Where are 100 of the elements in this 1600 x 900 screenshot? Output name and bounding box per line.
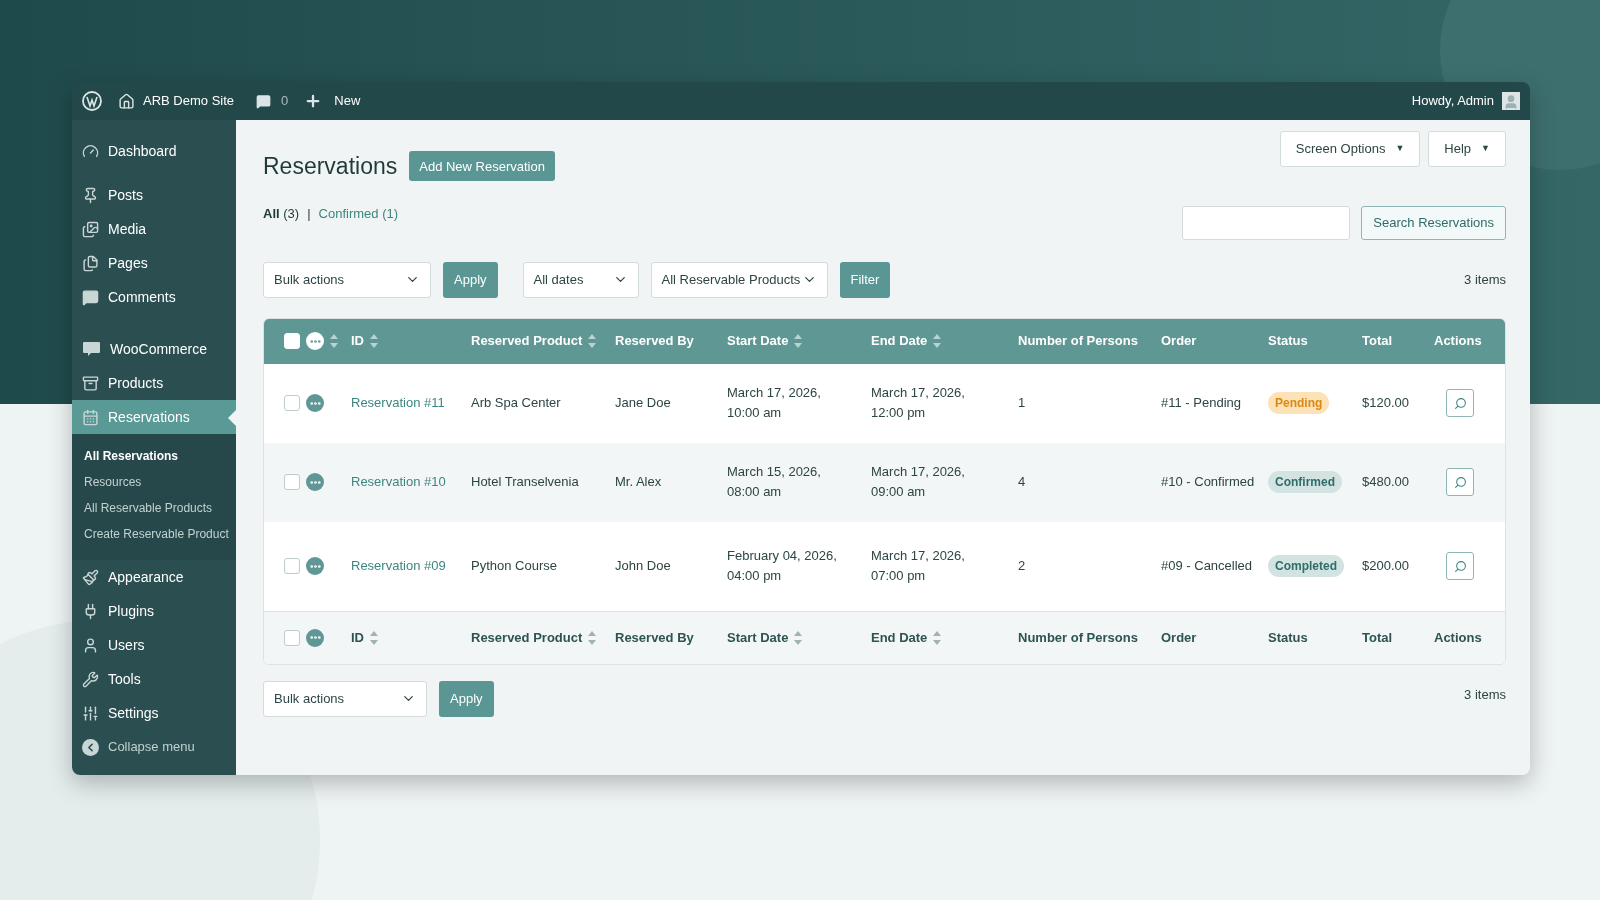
gauge-icon: [82, 142, 99, 160]
column-header[interactable]: Start Date: [727, 627, 789, 648]
table-cell-text: March 17, 2026, 07:00 pm: [871, 547, 966, 585]
table-cell-text: March 17, 2026, 09:00 am: [871, 463, 966, 501]
column-header[interactable]: ID: [351, 627, 364, 648]
caret-icon: ▼: [1395, 142, 1405, 156]
speech-bubble-icon: [82, 288, 99, 306]
search-icon: [1453, 396, 1467, 410]
search-field[interactable]: [1182, 205, 1351, 240]
sort-icon: [370, 334, 378, 348]
submenu-item[interactable]: Create Reservable Product: [72, 521, 236, 547]
collapse-menu-link[interactable]: Collapse menu: [108, 737, 195, 757]
select-all-checkbox[interactable]: [284, 629, 300, 646]
sidebar-item[interactable]: Plugins: [72, 594, 236, 628]
order-link[interactable]: #11 - Pending: [1161, 393, 1268, 413]
comment-icon: [256, 93, 272, 109]
table-cell-text: $200.00: [1362, 557, 1410, 576]
reservation-link[interactable]: Reservation #11: [351, 393, 471, 413]
view-link[interactable]: Confirmed (1): [318, 203, 398, 223]
sort-icon: [370, 630, 378, 645]
row-checkbox[interactable]: [284, 558, 300, 574]
sidebar-item[interactable]: Products: [72, 366, 236, 400]
home-icon: [118, 92, 135, 110]
order-link[interactable]: #10 - Confirmed: [1161, 472, 1268, 492]
more-icon[interactable]: [306, 394, 324, 412]
avatar-icon[interactable]: [1502, 92, 1520, 110]
more-icon[interactable]: [306, 473, 324, 491]
item-count: 3 items: [1464, 685, 1506, 704]
column-header: Reserved By: [615, 628, 694, 647]
column-header: Status: [1268, 332, 1308, 351]
sidebar-item[interactable]: Media: [72, 212, 236, 246]
submenu-item[interactable]: Resources: [72, 469, 236, 495]
wordpress-logo-icon[interactable]: [82, 91, 102, 111]
screen-options-button[interactable]: Screen Options ▼: [1279, 131, 1421, 167]
table-cell-text: Arb Spa Center: [471, 394, 562, 413]
table-cell-text: $480.00: [1362, 473, 1410, 492]
search-button[interactable]: Search Reservations: [1361, 205, 1506, 240]
new-link[interactable]: New: [334, 91, 361, 111]
sidebar-item[interactable]: Pages: [72, 246, 236, 280]
sliders-icon: [82, 704, 99, 722]
caret-icon: ▼: [1481, 142, 1490, 156]
calendar-icon: [82, 408, 99, 426]
sidebar-item[interactable]: Tools: [72, 662, 236, 696]
archive-box-icon: [82, 374, 99, 392]
column-header: Actions: [1434, 628, 1482, 647]
item-count: 3 items: [1464, 270, 1506, 289]
column-header: Reserved By: [615, 332, 694, 351]
media-icon: [82, 220, 99, 238]
dropdown[interactable]: All dates: [522, 261, 639, 298]
table-cell-text: $120.00: [1362, 394, 1410, 413]
table-cell-text: Python Course: [471, 557, 558, 576]
site-link[interactable]: ARB Demo Site: [143, 91, 235, 111]
reservation-link[interactable]: Reservation #10: [351, 472, 471, 492]
page-title: Reservations: [263, 152, 398, 181]
sort-icon: [933, 334, 942, 348]
dropdown[interactable]: Bulk actions: [263, 680, 427, 717]
sort-icon: [330, 334, 338, 348]
column-header[interactable]: End Date: [871, 627, 928, 648]
sort-icon: [794, 630, 803, 645]
dropdown[interactable]: Bulk actions: [263, 261, 431, 298]
sidebar-item[interactable]: Settings: [72, 696, 236, 730]
status-badge: Confirmed: [1268, 471, 1342, 493]
table-cell-text: February 04, 2026, 04:00 pm: [727, 547, 838, 585]
row-checkbox[interactable]: [284, 474, 300, 490]
collapse-icon[interactable]: [82, 738, 99, 756]
more-icon[interactable]: [306, 557, 324, 575]
comment-count[interactable]: 0: [281, 91, 289, 111]
sort-icon: [933, 630, 942, 645]
sidebar-item[interactable]: Dashboard: [72, 134, 236, 168]
sidebar-item[interactable]: WooCommerce: [72, 332, 236, 366]
row-checkbox[interactable]: [284, 395, 300, 411]
sidebar-item[interactable]: Users: [72, 628, 236, 662]
more-icon[interactable]: [306, 332, 324, 350]
column-header: Number of Persons: [1018, 628, 1138, 647]
column-header[interactable]: Reserved Product: [471, 627, 583, 648]
table-cell-text: March 17, 2026, 10:00 am: [727, 384, 822, 422]
view-button[interactable]: [1446, 468, 1474, 496]
submenu-item[interactable]: All Reservable Products: [72, 495, 236, 521]
table-cell-text: 2: [1018, 557, 1027, 576]
table-cell-text: Jane Doe: [615, 394, 672, 413]
view-link[interactable]: All (3): [263, 203, 300, 223]
sidebar-item[interactable]: Posts: [72, 178, 236, 212]
column-header: Order: [1161, 628, 1197, 647]
view-button[interactable]: [1446, 389, 1474, 417]
sidebar-item[interactable]: Appearance: [72, 560, 236, 594]
sidebar-item[interactable]: Comments: [72, 280, 236, 314]
dropdown[interactable]: All Reservable Products: [650, 261, 828, 298]
order-link[interactable]: #09 - Cancelled: [1161, 556, 1268, 576]
view-button[interactable]: [1446, 552, 1474, 580]
submenu-item[interactable]: All Reservations: [72, 443, 236, 469]
reservation-link[interactable]: Reservation #09: [351, 556, 471, 576]
more-icon[interactable]: [306, 628, 324, 647]
table-cell-text: Hotel Transelvenia: [471, 473, 580, 492]
column-header: Total: [1362, 628, 1393, 647]
help-button[interactable]: Help ▼: [1428, 131, 1506, 167]
sort-icon: [588, 334, 597, 348]
table-cell-text: John Doe: [615, 557, 672, 576]
pages-icon: [82, 254, 99, 272]
table-cell-text: 1: [1018, 394, 1027, 413]
greeting[interactable]: Howdy, Admin: [1411, 91, 1494, 111]
